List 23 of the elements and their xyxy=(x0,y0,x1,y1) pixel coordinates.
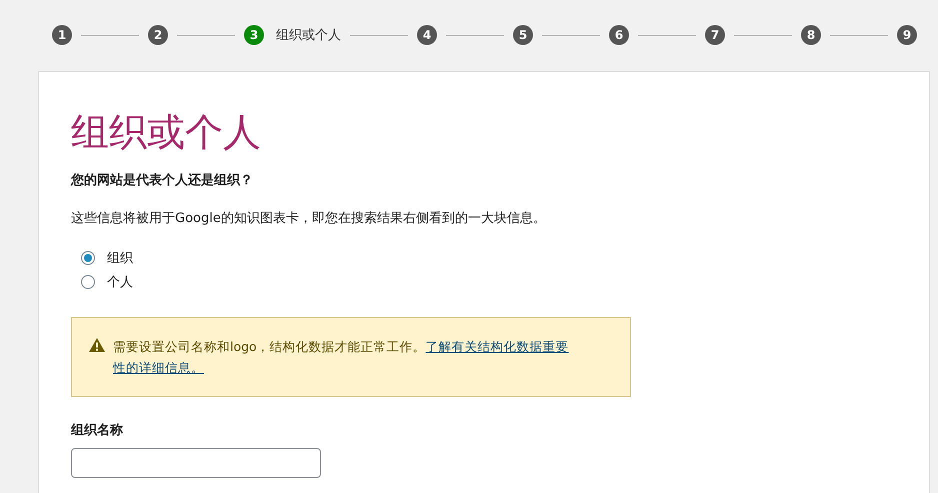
alert-text: 需要设置公司名称和logo，结构化数据才能正常工作。了解有关结构化数据重要 性的详细信息。 xyxy=(113,338,569,378)
step-number[interactable]: 8 xyxy=(801,25,821,45)
radio-label: 组织 xyxy=(107,250,133,268)
learn-more-link[interactable]: 性的详细信息。 xyxy=(113,360,204,376)
radio-label: 个人 xyxy=(107,274,133,292)
step-number[interactable]: 3 xyxy=(244,25,264,45)
question-text: 您的网站是代表个人还是组织？ xyxy=(71,172,254,190)
step-number[interactable]: 2 xyxy=(148,25,168,45)
step-number[interactable]: 1 xyxy=(52,25,72,45)
radio-button[interactable] xyxy=(81,275,95,290)
step-number[interactable]: 9 xyxy=(897,25,917,45)
radio-button[interactable] xyxy=(81,251,95,266)
input-field[interactable] xyxy=(71,448,321,478)
step-label: 组织或个人 xyxy=(276,27,341,44)
step-number[interactable]: 5 xyxy=(513,25,533,45)
description-text: 这些信息将被用于Google的知识图表卡，即您在搜索结果右侧看到的一大块信息。 xyxy=(71,210,547,228)
step-number[interactable]: 4 xyxy=(417,25,437,45)
learn-more-link[interactable]: 了解有关结构化数据重要 xyxy=(426,339,569,354)
warning-icon xyxy=(89,338,105,352)
page-title: 组织或个人 xyxy=(71,109,262,156)
step-number[interactable]: 6 xyxy=(609,25,629,45)
field-label: 组织名称 xyxy=(71,422,124,440)
step-number[interactable]: 7 xyxy=(705,25,725,45)
